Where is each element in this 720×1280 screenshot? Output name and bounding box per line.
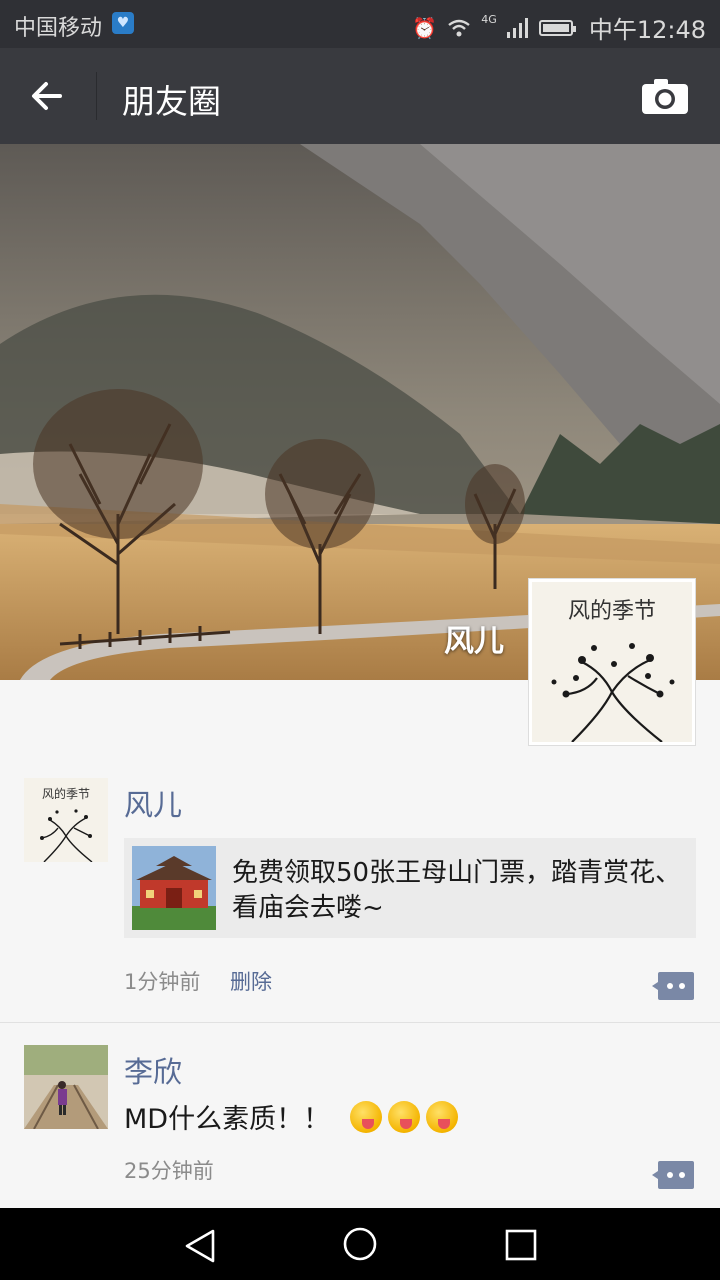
avatar-caption: 风的季节: [568, 599, 656, 624]
avatar-tree-image: 风的季节: [24, 778, 108, 862]
wifi-icon: [448, 19, 471, 36]
comment-button[interactable]: [650, 1159, 696, 1191]
avatar-tree-image: 风的季节: [532, 582, 692, 743]
status-icons: ⏰ 4G 中午12:48: [412, 10, 706, 45]
post-author[interactable]: 风儿: [124, 782, 182, 824]
profile-avatar[interactable]: 风的季节: [528, 578, 696, 746]
system-nav-bar: [0, 1208, 720, 1280]
link-thumbnail: [132, 846, 216, 930]
top-nav-bar: 朋友圈: [0, 48, 720, 144]
post-timestamp: 25分钟前: [124, 1159, 214, 1183]
person-photo-image: [24, 1045, 108, 1129]
post-content: MD什么素质！！: [124, 1097, 459, 1136]
system-recents-button[interactable]: [505, 1229, 537, 1265]
comment-icon: [652, 972, 694, 1000]
profile-name[interactable]: 风儿: [444, 616, 504, 660]
circle-home-icon: [343, 1227, 377, 1261]
post-text: MD什么素质！！: [124, 1104, 331, 1135]
avatar-caption: 风的季节: [42, 786, 90, 801]
comment-button[interactable]: [650, 970, 696, 1002]
arrow-left-icon: [32, 82, 62, 110]
link-title: 免费领取50张王母山门票，踏青赏花、看庙会去喽~: [232, 858, 682, 923]
shared-link-card[interactable]: 免费领取50张王母山门票，踏青赏花、看庙会去喽~: [124, 838, 696, 938]
camera-icon: [642, 79, 688, 114]
tongue-emoji-icon: [388, 1100, 421, 1133]
status-bar: 中国移动 ♥ ⏰ 4G 中午12:48: [0, 0, 720, 48]
delete-button[interactable]: 删除: [230, 966, 272, 996]
feed-post: 风的季节 风儿 免费领取50张王母山门票，踏青赏花、看庙会去喽~ 1分钟前 删除: [0, 756, 720, 1023]
nav-divider: [96, 72, 97, 120]
comment-icon: [652, 1161, 694, 1189]
back-button[interactable]: [26, 74, 74, 118]
temple-image: [132, 846, 216, 930]
carrier-name: 中国移动: [14, 16, 103, 41]
battery-icon: [538, 19, 576, 36]
post-avatar[interactable]: 风的季节: [24, 778, 108, 862]
system-back-button[interactable]: [183, 1228, 217, 1268]
signal-icon: [506, 17, 528, 38]
post-avatar[interactable]: [24, 1045, 108, 1129]
tongue-emoji-icon: [426, 1100, 459, 1133]
tongue-emoji-icon: [350, 1100, 383, 1133]
heart-app-icon: ♥: [112, 12, 134, 34]
network-type: 4G: [481, 13, 497, 26]
page-title: 朋友圈: [122, 82, 221, 121]
feed-post: 李欣 MD什么素质！！ 25分钟前: [0, 1023, 720, 1208]
square-recents-icon: [505, 1229, 537, 1261]
triangle-back-icon: [185, 1229, 215, 1263]
alarm-icon: ⏰: [412, 15, 438, 40]
camera-button[interactable]: [640, 76, 690, 116]
post-author[interactable]: 李欣: [124, 1049, 182, 1091]
system-home-button[interactable]: [342, 1226, 378, 1266]
status-time: 中午12:48: [588, 16, 706, 44]
post-timestamp: 1分钟前: [124, 970, 201, 994]
